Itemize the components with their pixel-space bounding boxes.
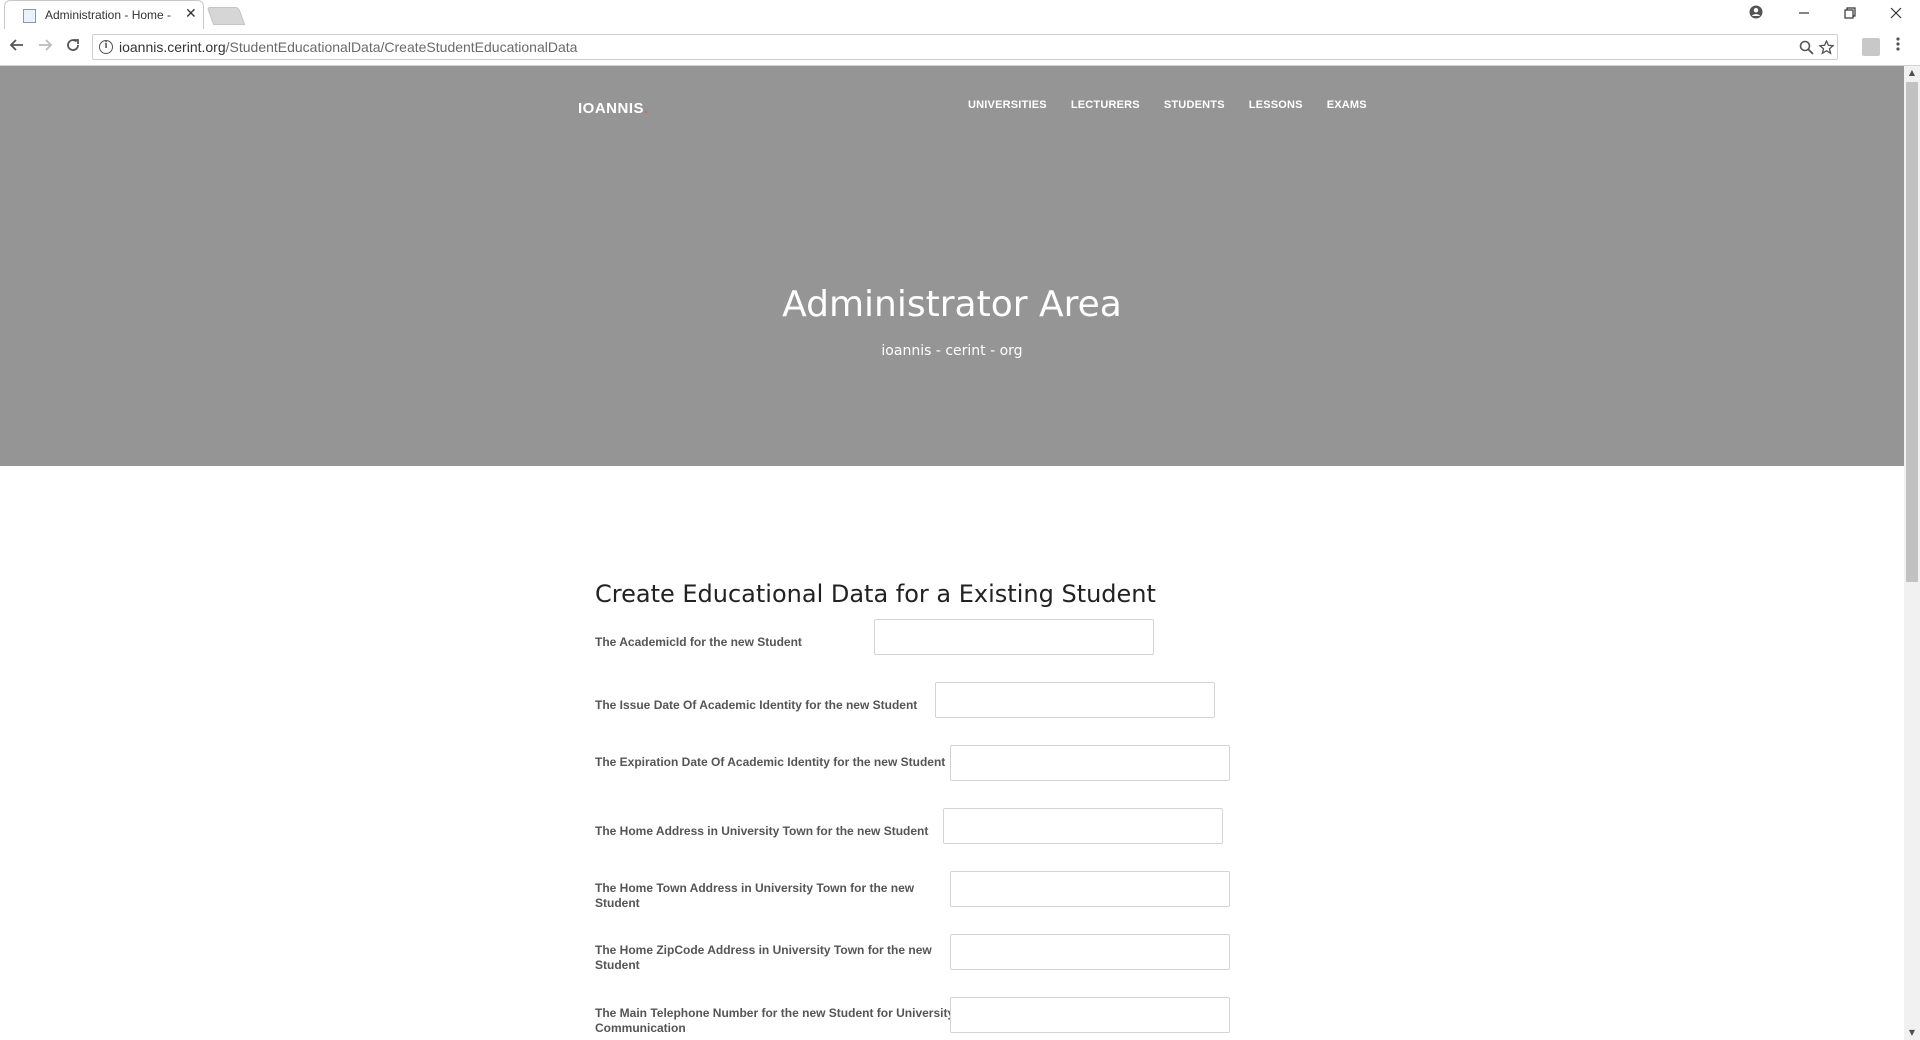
browser-toolbar: i ioannis.cerint.org/StudentEducationalD… <box>0 30 1920 66</box>
menu-icon[interactable] <box>1896 36 1900 56</box>
field-label-home-address: The Home Address in University Town for … <box>595 824 929 838</box>
field-label-zipcode: The Home ZipCode Address in University T… <box>595 943 932 972</box>
hero-subtitle: ioannis - cerint - org <box>881 343 1023 359</box>
profile-icon[interactable] <box>1744 3 1768 27</box>
minimize-icon[interactable] <box>1792 3 1816 27</box>
bookmark-star-icon[interactable] <box>1818 36 1835 59</box>
vertical-scrollbar[interactable]: ▲ ▼ <box>1904 66 1920 1040</box>
tab-title: Administration - Home - <box>45 8 172 22</box>
address-bar[interactable]: i ioannis.cerint.org/StudentEducationalD… <box>92 34 1838 60</box>
forward-arrow-icon[interactable] <box>33 36 57 60</box>
browser-tab[interactable]: Administration - Home - ✕ <box>4 0 204 29</box>
nav-link-lessons[interactable]: LESSONS <box>1249 99 1303 111</box>
academic-id-input[interactable] <box>874 619 1154 655</box>
new-tab-button[interactable] <box>206 7 246 25</box>
zipcode-input[interactable] <box>950 934 1230 970</box>
home-town-input[interactable] <box>950 871 1230 907</box>
issue-date-input[interactable] <box>935 682 1215 718</box>
page-icon <box>23 9 36 23</box>
scroll-up-icon[interactable]: ▲ <box>1904 66 1920 80</box>
extension-icon[interactable] <box>1862 38 1880 56</box>
field-label-telephone: The Main Telephone Number for the new St… <box>595 1006 955 1035</box>
scroll-down-icon[interactable]: ▼ <box>1904 1026 1920 1040</box>
hero-title: Administrator Area <box>782 284 1122 325</box>
back-arrow-icon[interactable] <box>5 36 29 60</box>
browser-titlebar: Administration - Home - ✕ <box>0 0 1920 30</box>
telephone-input[interactable] <box>950 997 1230 1033</box>
url-text: ioannis.cerint.org/StudentEducationalDat… <box>119 39 578 55</box>
page-viewport: IOANNIS. UNIVERSITIES LECTURERS STUDENTS… <box>0 66 1904 1040</box>
form-title: Create Educational Data for a Existing S… <box>595 580 1156 608</box>
close-icon[interactable]: ✕ <box>185 6 197 22</box>
nav-link-exams[interactable]: EXAMS <box>1327 99 1367 111</box>
scroll-thumb[interactable] <box>1906 82 1918 582</box>
zoom-icon[interactable] <box>1799 36 1814 59</box>
expiration-date-input[interactable] <box>950 745 1230 781</box>
restore-icon[interactable] <box>1838 3 1862 27</box>
main-nav: UNIVERSITIES LECTURERS STUDENTS LESSONS … <box>968 99 1391 111</box>
field-label-home-town: The Home Town Address in University Town… <box>595 881 915 910</box>
close-window-icon[interactable] <box>1884 3 1908 27</box>
nav-link-students[interactable]: STUDENTS <box>1164 99 1225 111</box>
info-icon[interactable]: i <box>99 40 113 54</box>
nav-link-universities[interactable]: UNIVERSITIES <box>968 99 1047 111</box>
field-label-expiration-date: The Expiration Date Of Academic Identity… <box>595 755 946 769</box>
hero-header: IOANNIS. UNIVERSITIES LECTURERS STUDENTS… <box>0 66 1904 466</box>
home-address-input[interactable] <box>943 808 1223 844</box>
brand-logo[interactable]: IOANNIS. <box>578 100 649 117</box>
reload-icon[interactable] <box>61 36 85 60</box>
nav-link-lecturers[interactable]: LECTURERS <box>1071 99 1140 111</box>
